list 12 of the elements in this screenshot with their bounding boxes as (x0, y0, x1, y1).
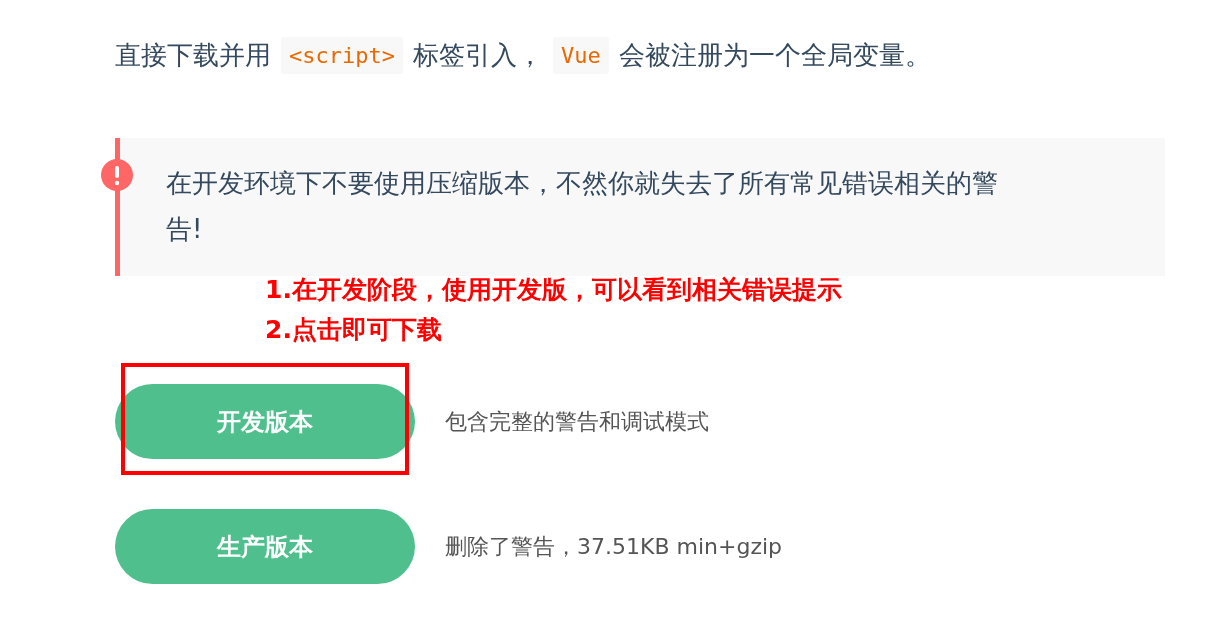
warning-text: 在开发环境下不要使用压缩版本，不然你就失去了所有常见错误相关的警告! (166, 167, 999, 246)
annotation-text: 2.点击即可下载 (265, 314, 443, 346)
download-description: 包含完整的警告和调试模式 (445, 407, 709, 436)
code-snippet: Vue (552, 36, 609, 74)
code-snippet: <script> (281, 36, 403, 74)
annotation-text: 1.在开发阶段，使用开发版，可以看到相关错误提示 (265, 274, 843, 306)
intro-text: 会被注册为一个全局变量。 (618, 38, 931, 72)
intro-text: 标签引入， (412, 38, 543, 72)
download-button[interactable]: 开发版本 (115, 384, 415, 459)
intro-text: 直接下载并用 (115, 38, 271, 72)
download-button[interactable]: 生产版本 (115, 509, 415, 584)
download-description: 删除了警告，37.51KB min+gzip (445, 532, 782, 561)
